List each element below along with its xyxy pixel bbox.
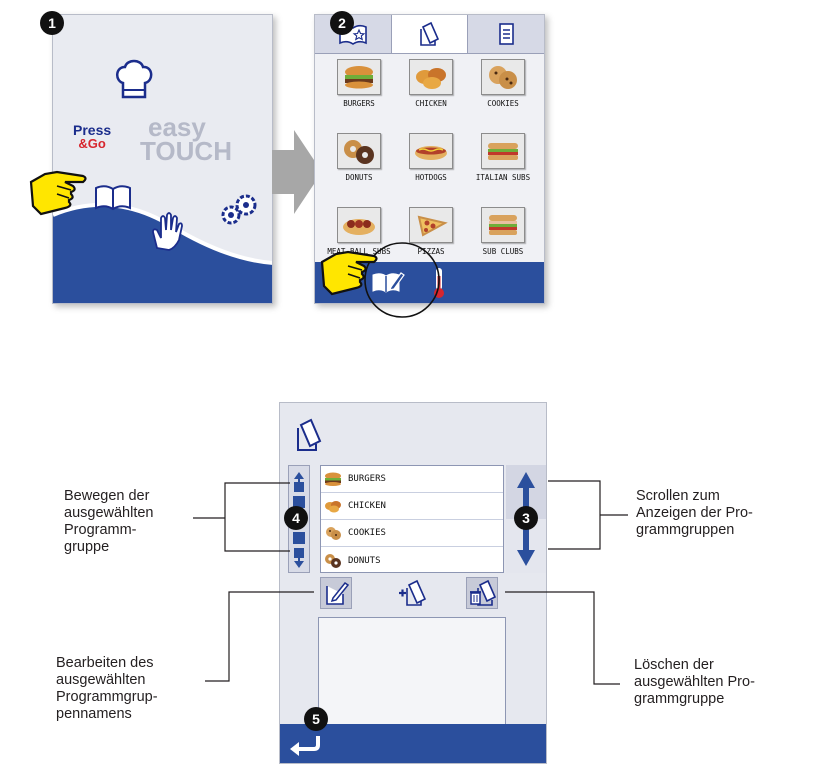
annotation-lines <box>193 480 628 685</box>
annotation-move-group: Bewegen der ausgewählten Programm- grupp… <box>64 488 154 555</box>
step-marker-1: 1 <box>40 11 64 35</box>
step-marker-3: 3 <box>514 506 538 530</box>
annotation-edit-name: Bearbeiten des ausgewählten Programmgrup… <box>56 655 158 722</box>
step-marker-5: 5 <box>304 707 328 731</box>
annotation-scroll: Scrollen zum Anzeigen der Pro- grammgrup… <box>636 488 753 538</box>
step-marker-2: 2 <box>330 11 354 35</box>
annotation-delete-group: Löschen der ausgewählten Pro- grammgrupp… <box>634 657 755 707</box>
step-marker-4: 4 <box>284 506 308 530</box>
